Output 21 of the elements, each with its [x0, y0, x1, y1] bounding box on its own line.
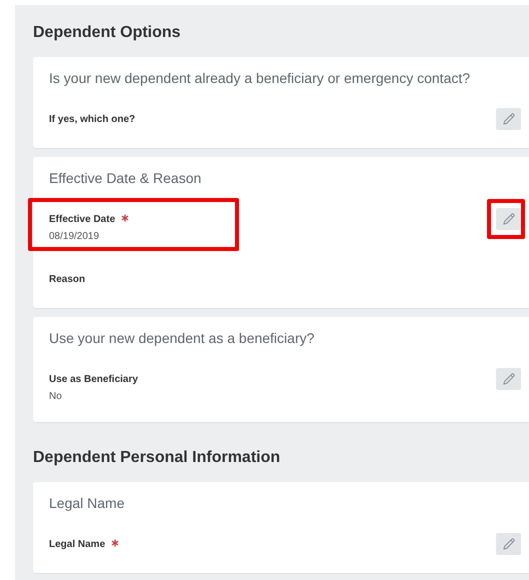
pencil-icon: [502, 372, 516, 386]
field-value: No: [49, 390, 63, 404]
edit-button[interactable]: [496, 108, 521, 130]
edit-button[interactable]: [496, 208, 521, 230]
pencil-icon: [502, 537, 516, 551]
card-title: Is your new dependent already a beneficiary or emergency contact?: [49, 69, 472, 88]
section-heading: Dependent Personal Information: [33, 448, 282, 468]
field-value: 08/19/2019: [49, 230, 100, 244]
edit-button[interactable]: [496, 533, 521, 555]
field-label: If yes, which one?: [49, 114, 136, 124]
field-label: Legal Name: [49, 538, 106, 550]
card-title: Effective Date & Reason: [49, 169, 202, 188]
card-title: Use your new dependent as a beneficiary?: [49, 329, 316, 348]
edit-button[interactable]: [496, 368, 521, 390]
field-label: Use as Beneficiary: [49, 374, 138, 384]
card-title: Legal Name: [49, 494, 126, 513]
pencil-icon: [502, 212, 516, 226]
field-label: Reason: [49, 274, 86, 284]
field-label: Effective Date: [49, 214, 116, 224]
pencil-icon: [502, 112, 516, 126]
section-heading: Dependent Options: [33, 23, 182, 43]
